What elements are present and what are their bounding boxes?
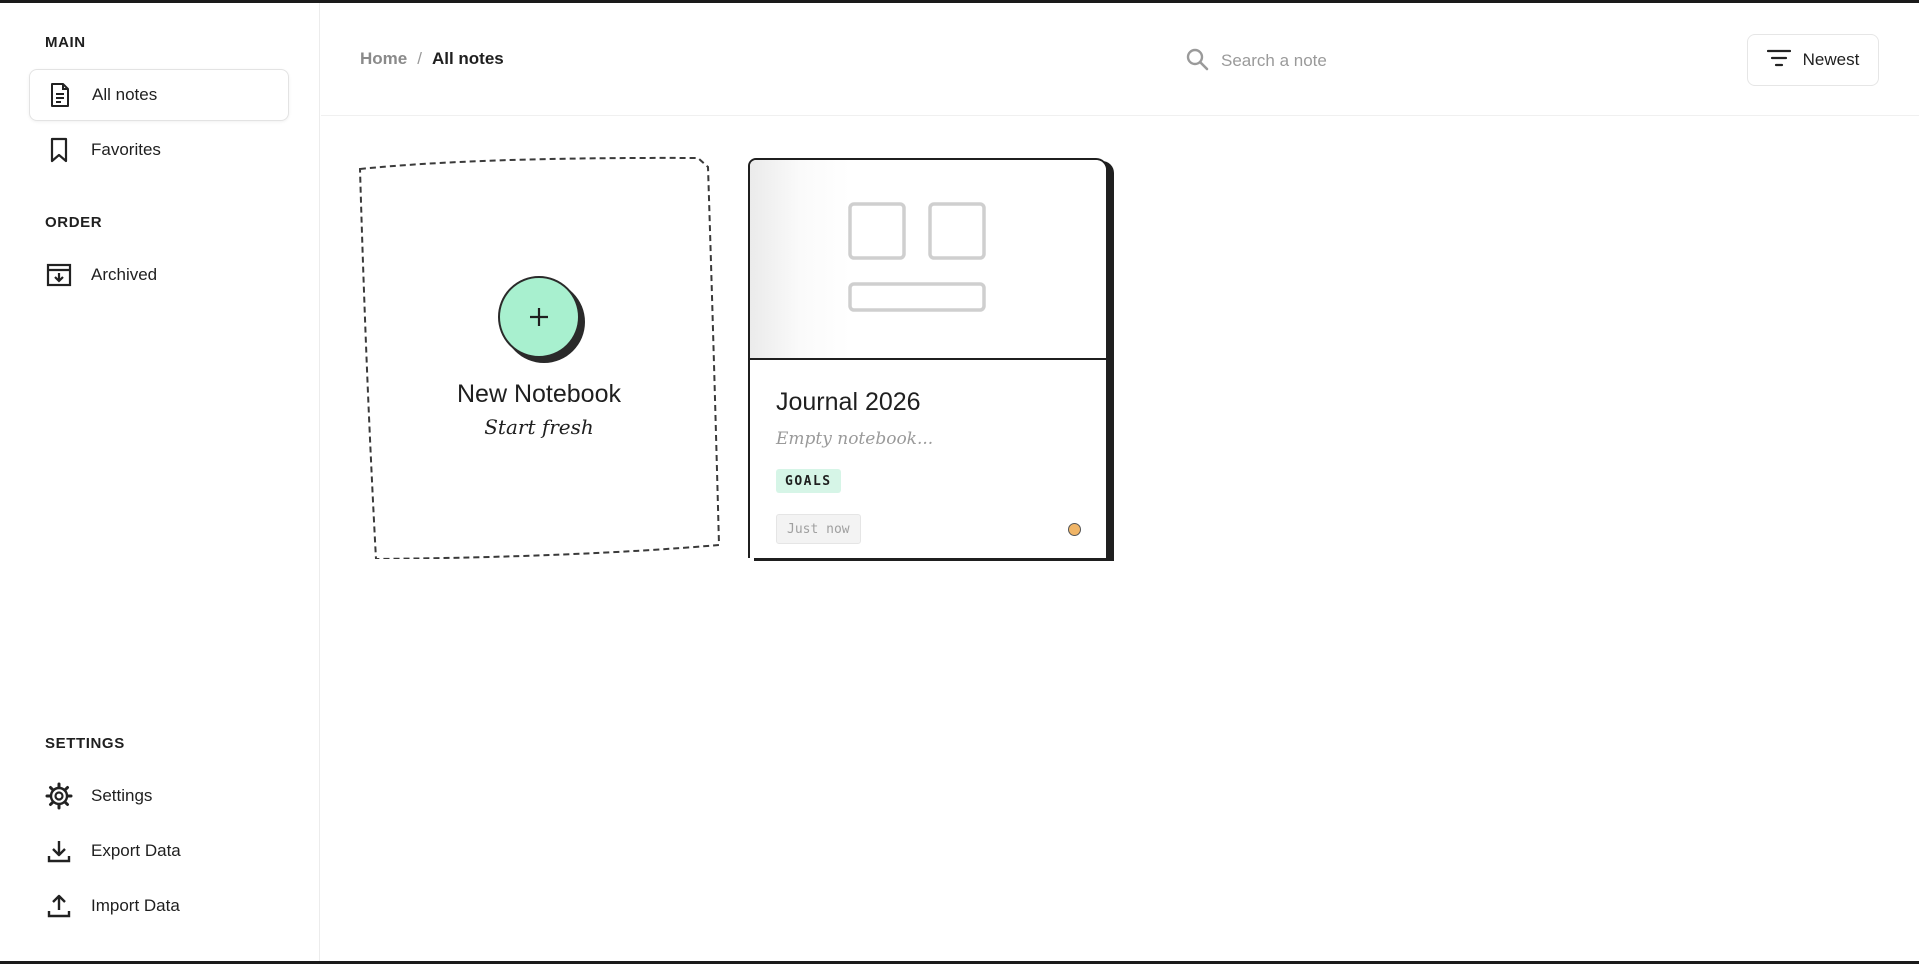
- sidebar-item-label: Settings: [91, 786, 153, 805]
- search-input[interactable]: [1221, 51, 1521, 71]
- sidebar-item-import-data[interactable]: Import Data: [29, 880, 289, 932]
- upload-icon: [45, 892, 73, 920]
- filter-lines-icon: [1766, 49, 1791, 72]
- section-label-order: ORDER: [45, 214, 103, 231]
- breadcrumb: Home / All notes: [360, 49, 504, 69]
- breadcrumb-separator: /: [417, 49, 422, 68]
- sidebar-item-export-data[interactable]: Export Data: [29, 825, 289, 877]
- layout-placeholder-icon: [848, 202, 986, 312]
- sort-button-label: Newest: [1802, 50, 1860, 69]
- topbar: Home / All notes Newest: [321, 3, 1919, 116]
- section-label-settings: SETTINGS: [45, 735, 125, 752]
- sidebar-item-archived[interactable]: Archived: [29, 249, 289, 301]
- search-bar: [1185, 36, 1545, 86]
- sidebar-item-settings[interactable]: Settings: [29, 770, 289, 822]
- tag-badge: GOALS: [776, 469, 841, 493]
- notebook-card[interactable]: Journal 2026 Empty notebook... GOALS Jus…: [748, 158, 1108, 558]
- search-icon: [1185, 47, 1209, 76]
- plus-icon: [498, 276, 580, 358]
- bookmark-icon: [45, 136, 73, 164]
- gear-icon: [45, 782, 73, 810]
- download-icon: [45, 837, 73, 865]
- sidebar-item-label: All notes: [92, 85, 158, 104]
- section-label-main: MAIN: [45, 34, 86, 51]
- sidebar-item-favorites[interactable]: Favorites: [29, 124, 289, 176]
- sidebar-item-all-notes[interactable]: All notes: [29, 69, 289, 121]
- sidebar-item-label: Archived: [91, 265, 158, 284]
- archive-icon: [45, 261, 73, 289]
- sidebar-item-label: Import Data: [91, 896, 180, 915]
- timestamp-badge: Just now: [776, 514, 861, 544]
- sidebar-item-label: Export Data: [91, 841, 181, 860]
- new-notebook-subtitle: Start fresh: [484, 415, 594, 439]
- breadcrumb-home-link[interactable]: Home: [360, 49, 407, 69]
- new-notebook-card[interactable]: New Notebook Start fresh: [358, 155, 720, 559]
- document-icon: [46, 81, 74, 109]
- sidebar: MAIN All notes Favorites ORDER Archived …: [0, 3, 320, 961]
- notebook-title: Journal 2026: [776, 388, 921, 416]
- new-notebook-title: New Notebook: [457, 380, 621, 408]
- status-dot: [1068, 523, 1081, 536]
- notebook-thumbnail: [750, 160, 1106, 360]
- notebook-description: Empty notebook...: [776, 429, 934, 449]
- sidebar-item-label: Favorites: [91, 140, 161, 159]
- breadcrumb-current: All notes: [431, 49, 504, 68]
- sort-button[interactable]: Newest: [1747, 34, 1879, 86]
